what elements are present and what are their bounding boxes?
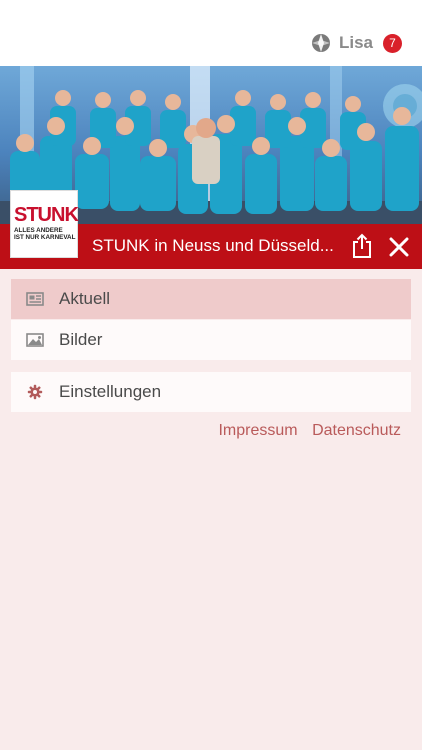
user-name: Lisa — [338, 33, 373, 52]
share-icon — [353, 233, 371, 258]
stunk-logo: STUNK ALLES ANDERE IST NUR KARNEVAL — [10, 190, 79, 258]
datenschutz-link[interactable]: Datenschutz — [312, 422, 401, 439]
logo-subtitle-line1: ALLES ANDERE — [14, 227, 63, 234]
menu-item-einstellungen[interactable]: Einstellungen — [11, 372, 411, 412]
gear-icon — [25, 383, 45, 401]
account-icon — [311, 33, 331, 53]
user-account[interactable]: Lisa 7 — [311, 33, 402, 53]
image-icon — [25, 331, 45, 349]
menu-item-aktuell[interactable]: Aktuell — [11, 279, 411, 319]
close-button[interactable] — [388, 236, 410, 258]
menu-label: Einstellungen — [59, 382, 162, 401]
logo-text: STUNK — [14, 204, 79, 226]
page-title: STUNK in Neuss und Düsseld... — [92, 236, 334, 255]
top-bar: Lisa 7 — [0, 0, 422, 66]
menu-label: Bilder — [59, 330, 103, 349]
close-icon — [389, 237, 409, 257]
notification-badge[interactable]: 7 — [383, 33, 402, 53]
logo-subtitle-line2: IST NUR KARNEVAL — [14, 234, 76, 241]
logo-subtitle: ALLES ANDERE IST NUR KARNEVAL — [14, 227, 76, 241]
share-button[interactable] — [351, 233, 373, 259]
news-icon — [25, 290, 45, 308]
menu-item-bilder[interactable]: Bilder — [11, 320, 411, 360]
impressum-link[interactable]: Impressum — [218, 422, 297, 439]
footer-links: Impressum Datenschutz — [208, 422, 401, 440]
menu-label: Aktuell — [59, 289, 111, 308]
